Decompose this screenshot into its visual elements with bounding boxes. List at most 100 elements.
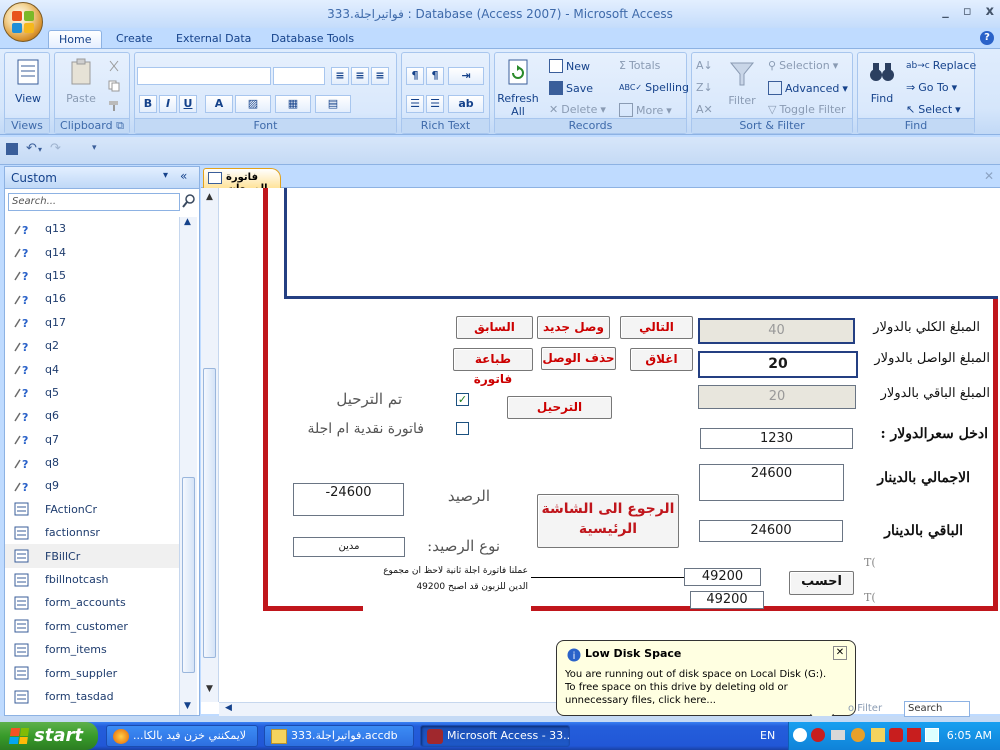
cut-icon[interactable] [107, 59, 121, 73]
task-firefox[interactable]: ...لايمكنني خزن فيد بالكا [106, 725, 258, 747]
tab-create[interactable]: Create [116, 30, 153, 48]
view-button[interactable]: View [10, 57, 46, 105]
scroll-up-icon[interactable]: ▲ [184, 217, 191, 227]
status-search-input[interactable]: Search [904, 701, 970, 717]
maximize-button[interactable]: ▫ [963, 4, 972, 19]
undo-icon[interactable]: ↶ [26, 141, 37, 156]
task-access[interactable]: Microsoft Access - 33... [420, 725, 570, 747]
select-button[interactable]: ↖ Select ▾ [906, 103, 961, 116]
nav-scroll-thumb[interactable] [182, 477, 195, 673]
delete-record-button[interactable]: ✕ Delete ▾ [549, 103, 606, 116]
nav-item-form_tasdad[interactable]: form_tasdad [5, 685, 179, 708]
save-record-button[interactable]: Save [549, 81, 593, 95]
undo-dropdown-icon[interactable]: ▾ [38, 145, 42, 154]
minimize-button[interactable]: _ [942, 4, 949, 19]
shutter-bar-icon[interactable]: « [180, 169, 187, 183]
more-button[interactable]: More ▾ [619, 103, 672, 117]
align-left-button[interactable]: ≡ [331, 67, 349, 85]
toggle-filter-button[interactable]: ▽ Toggle Filter [768, 103, 846, 116]
align-right-button[interactable]: ≡ [371, 67, 389, 85]
save-icon[interactable] [6, 143, 18, 155]
cash-credit-checkbox[interactable] [456, 422, 469, 435]
filter-button[interactable]: Filter [724, 59, 760, 107]
nav-title[interactable]: Custom [11, 171, 57, 185]
tab-sales-invoice[interactable]: فاتورة المبيعات [203, 168, 281, 194]
close-document-icon[interactable]: ✕ [984, 169, 994, 183]
tab-database-tools[interactable]: Database Tools [271, 30, 354, 48]
total-usd-field[interactable]: 40 [698, 318, 855, 344]
nav-item-q4[interactable]: ? q4 [5, 357, 179, 380]
next-button[interactable]: التالي [620, 316, 693, 339]
redo-icon[interactable]: ↷ [50, 141, 61, 156]
monitor-icon[interactable] [925, 728, 939, 742]
clock[interactable]: 6:05 AM [947, 729, 992, 742]
nav-item-q8[interactable]: ? q8 [5, 451, 179, 474]
nav-item-q17[interactable]: ? q17 [5, 311, 179, 334]
customize-qat-icon[interactable]: ▾ [92, 143, 97, 153]
start-button[interactable]: start [0, 722, 98, 750]
alternate-fill-button[interactable]: ▤ [315, 95, 351, 113]
clear-sort-button[interactable]: A✕ [696, 103, 713, 116]
shield-icon[interactable] [811, 728, 825, 742]
network-icon[interactable] [831, 730, 845, 740]
total-dinar-field[interactable]: 24600 [699, 464, 844, 501]
nav-item-q7[interactable]: ? q7 [5, 428, 179, 451]
nav-item-q5[interactable]: ? q5 [5, 381, 179, 404]
underline-button[interactable]: U [179, 95, 197, 113]
sort-descending-button[interactable]: Z↓ [696, 81, 713, 94]
nav-item-q16[interactable]: ? q16 [5, 287, 179, 310]
balloon-close-icon[interactable]: ✕ [833, 646, 847, 660]
tab-external-data[interactable]: External Data [176, 30, 251, 48]
nav-item-q13[interactable]: ? q13 [5, 217, 179, 240]
nav-search-input[interactable]: Search... [8, 193, 180, 211]
sum-field-1[interactable]: 49200 [684, 568, 761, 586]
copy-icon[interactable] [107, 79, 121, 93]
form-scroll-up-icon[interactable]: ▲ [206, 192, 213, 202]
italic-button[interactable]: I [159, 95, 177, 113]
form-scroll-thumb[interactable] [203, 368, 216, 658]
form-scroll-down-icon[interactable]: ▼ [206, 684, 213, 694]
nav-item-form_accounts[interactable]: form_accounts [5, 591, 179, 614]
align-center-button[interactable]: ≡ [351, 67, 369, 85]
nav-dropdown-icon[interactable]: ▾ [163, 170, 168, 181]
remaining-usd-field[interactable]: 20 [698, 385, 856, 409]
find-button[interactable]: Find [862, 57, 902, 105]
balance-type-field[interactable]: مدين [293, 537, 405, 557]
replace-button[interactable]: ab→c Replace [906, 59, 976, 72]
close-form-button[interactable]: اغلاق [630, 348, 693, 371]
update-icon[interactable] [851, 728, 865, 742]
tab-home[interactable]: Home [48, 30, 103, 48]
previous-button[interactable]: السابق [456, 316, 533, 339]
bold-button[interactable]: B [139, 95, 157, 113]
nav-item-q14[interactable]: ? q14 [5, 240, 179, 263]
new-receipt-button[interactable]: وصل جديد [537, 316, 610, 339]
remaining-dinar-field[interactable]: 24600 [699, 520, 843, 542]
back-to-main-button[interactable]: الرجوع الى الشاشة الرئيسية [537, 494, 679, 548]
font-name-combo[interactable] [137, 67, 271, 85]
office-button[interactable] [3, 2, 43, 42]
nav-item-q15[interactable]: ? q15 [5, 264, 179, 287]
gridlines-button[interactable]: ▦ [275, 95, 311, 113]
indent-button[interactable]: ⇥ [448, 67, 484, 85]
nav-scrollbar[interactable]: ▲ ▼ [179, 217, 197, 715]
bullets-button[interactable]: ☰ [406, 95, 424, 113]
rtl-button[interactable]: ¶ [406, 67, 424, 85]
nav-item-factioncr[interactable]: FActionCr [5, 498, 179, 521]
nav-item-q9[interactable]: ? q9 [5, 474, 179, 497]
selection-button[interactable]: ⚲ Selection ▾ [768, 59, 838, 72]
sort-ascending-button[interactable]: A↓ [696, 59, 713, 72]
post-button[interactable]: الترحيل [507, 396, 612, 419]
scroll-down-icon[interactable]: ▼ [184, 701, 191, 711]
task-folder[interactable]: 333.فواتيراجلة.accdb [264, 725, 414, 747]
nav-item-form_suppler[interactable]: form_suppler [5, 661, 179, 684]
app-tray-icon[interactable] [889, 728, 903, 742]
paid-usd-field[interactable]: 20 [698, 351, 858, 378]
nav-item-form_items[interactable]: form_items [5, 638, 179, 661]
balance-field[interactable]: -24600 [293, 483, 404, 516]
advanced-button[interactable]: Advanced ▾ [768, 81, 848, 95]
close-button[interactable]: x [986, 4, 994, 19]
form-scrollbar[interactable]: ▲ ▼ [201, 188, 219, 702]
status-filter[interactable]: o Filter [848, 703, 882, 714]
fill-color-button[interactable]: ▨ [235, 95, 271, 113]
nav-item-fbillcr[interactable]: FBillCr [5, 544, 179, 568]
